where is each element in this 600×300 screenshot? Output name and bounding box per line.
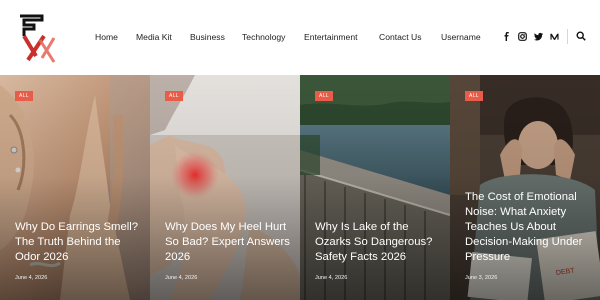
header-divider <box>567 29 568 44</box>
post-title[interactable]: Why Do Earrings Smell? The Truth Behind … <box>15 220 141 265</box>
post-title[interactable]: Why Does My Heel Hurt So Bad? Expert Ans… <box>165 220 291 265</box>
post-card[interactable]: ALL Why Does My Heel Hurt So Bad? Expert… <box>150 75 300 300</box>
nav-business[interactable]: Business <box>190 32 225 42</box>
social-links <box>501 31 559 41</box>
post-title[interactable]: The Cost of Emotional Noise: What Anxiet… <box>465 190 591 265</box>
nav-contact-us[interactable]: Contact Us <box>379 32 422 42</box>
post-card[interactable]: ALL Why Is Lake of the Ozarks So Dangero… <box>300 75 450 300</box>
post-date: June 4, 2026 <box>15 275 48 281</box>
facebook-icon[interactable] <box>501 31 511 41</box>
featured-posts: ALL Why Do Earrings Smell? The Truth Beh… <box>0 75 600 300</box>
post-card[interactable]: DEBT ALL The Cost of Emotional Noise: Wh… <box>450 75 600 300</box>
category-badge[interactable]: ALL <box>165 91 184 101</box>
search-icon[interactable] <box>576 31 586 41</box>
post-date: June 4, 2026 <box>165 275 198 281</box>
post-card[interactable]: ALL Why Do Earrings Smell? The Truth Beh… <box>0 75 150 300</box>
image-overlay <box>450 75 600 300</box>
post-date: June 4, 2026 <box>315 275 348 281</box>
nav-username[interactable]: Username <box>441 32 481 42</box>
site-logo[interactable] <box>14 12 62 64</box>
instagram-icon[interactable] <box>517 31 527 41</box>
post-title[interactable]: Why Is Lake of the Ozarks So Dangerous? … <box>315 220 441 265</box>
logo-mark <box>20 14 56 63</box>
nav-home[interactable]: Home <box>95 32 118 42</box>
image-overlay <box>150 75 300 300</box>
category-badge[interactable]: ALL <box>465 91 484 101</box>
category-badge[interactable]: ALL <box>315 91 334 101</box>
image-overlay <box>300 75 450 300</box>
medium-icon[interactable] <box>549 31 559 41</box>
nav-entertainment[interactable]: Entertainment <box>304 32 358 42</box>
site-header: Home Media Kit Business Technology Enter… <box>0 0 600 75</box>
nav-media-kit[interactable]: Media Kit <box>136 32 172 42</box>
post-date: June 3, 2026 <box>465 275 498 281</box>
category-badge[interactable]: ALL <box>15 91 34 101</box>
twitter-icon[interactable] <box>533 31 543 41</box>
image-overlay <box>0 75 150 300</box>
nav-technology[interactable]: Technology <box>242 32 285 42</box>
